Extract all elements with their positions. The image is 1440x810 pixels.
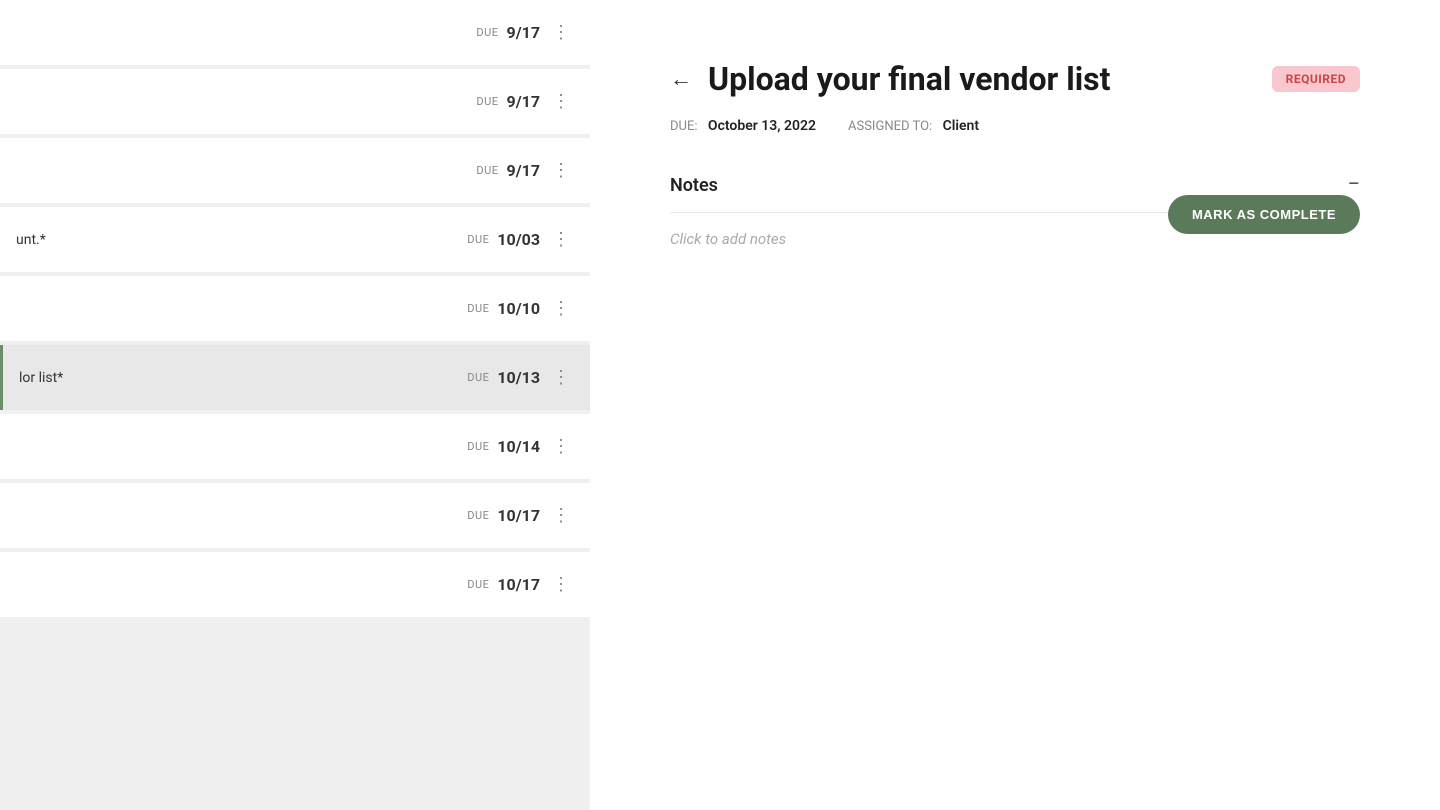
due-date: 10/17	[497, 575, 540, 594]
more-options-icon[interactable]: ⋮	[548, 87, 574, 116]
task-item[interactable]: lor list* DUE 10/13 ⋮	[0, 345, 590, 410]
task-item[interactable]: DUE 9/17 ⋮	[0, 0, 590, 65]
more-options-icon[interactable]: ⋮	[548, 501, 574, 530]
due-label: DUE	[476, 164, 498, 177]
task-due: DUE 10/13	[467, 368, 540, 387]
due-date: 9/17	[507, 161, 540, 180]
mark-as-complete-button[interactable]: MARK AS COMPLETE	[1168, 195, 1360, 234]
more-options-icon[interactable]: ⋮	[548, 225, 574, 254]
task-due: DUE 9/17	[476, 23, 540, 42]
assigned-value: Client	[943, 118, 979, 134]
more-options-icon[interactable]: ⋮	[548, 156, 574, 185]
task-item[interactable]: DUE 10/10 ⋮	[0, 276, 590, 341]
due-date: 10/03	[497, 230, 540, 249]
due-value: October 13, 2022	[708, 118, 816, 134]
due-date: 10/17	[497, 506, 540, 525]
notes-collapse-button[interactable]: −	[1347, 174, 1360, 196]
task-item[interactable]: DUE 9/17 ⋮	[0, 138, 590, 203]
more-options-icon[interactable]: ⋮	[548, 570, 574, 599]
task-due: DUE 10/14	[467, 437, 540, 456]
due-date: 9/17	[507, 92, 540, 111]
required-badge: REQUIRED	[1272, 66, 1360, 92]
task-item[interactable]: DUE 10/14 ⋮	[0, 414, 590, 479]
due-label: DUE	[467, 440, 489, 453]
task-label: lor list*	[19, 370, 63, 386]
task-label: unt.*	[16, 232, 46, 248]
back-arrow[interactable]: ←	[670, 66, 692, 92]
due-date: 10/10	[497, 299, 540, 318]
due-label: DUE	[467, 509, 489, 522]
due-date: 9/17	[507, 23, 540, 42]
due-label: DUE	[476, 95, 498, 108]
assigned-label: ASSIGNED TO:	[848, 119, 932, 134]
detail-meta: DUE: October 13, 2022 ASSIGNED TO: Clien…	[670, 118, 1360, 134]
due-label: DUE	[476, 26, 498, 39]
notes-header: Notes −	[670, 174, 1360, 196]
task-item[interactable]: DUE 10/17 ⋮	[0, 552, 590, 617]
due-date: 10/14	[497, 437, 540, 456]
task-due: DUE 9/17	[476, 92, 540, 111]
task-item[interactable]: unt.* DUE 10/03 ⋮	[0, 207, 590, 272]
task-due: DUE 10/17	[467, 575, 540, 594]
task-due: DUE 9/17	[476, 161, 540, 180]
task-due: DUE 10/17	[467, 506, 540, 525]
task-due: DUE 10/03	[467, 230, 540, 249]
due-label: DUE	[467, 578, 489, 591]
due-label: DUE	[467, 233, 489, 246]
detail-header: ← Upload your final vendor list REQUIRED	[670, 60, 1360, 98]
more-options-icon[interactable]: ⋮	[548, 432, 574, 461]
due-label: DUE	[467, 371, 489, 384]
notes-title: Notes	[670, 175, 718, 196]
due-label: DUE	[467, 302, 489, 315]
task-item[interactable]: DUE 10/17 ⋮	[0, 483, 590, 548]
task-due: DUE 10/10	[467, 299, 540, 318]
notes-placeholder[interactable]: Click to add notes	[670, 230, 786, 248]
more-options-icon[interactable]: ⋮	[548, 363, 574, 392]
left-panel: DUE9/17⋮DUE9/17⋮DUE9/17⋮unt.*DUE10/03⋮DU…	[0, 0, 590, 810]
more-options-icon[interactable]: ⋮	[548, 18, 574, 47]
page-title: Upload your final vendor list	[708, 60, 1256, 98]
right-panel: ← Upload your final vendor list REQUIRED…	[590, 0, 1440, 810]
task-list: DUE9/17⋮DUE9/17⋮DUE9/17⋮unt.*DUE10/03⋮DU…	[0, 0, 590, 621]
due-date: 10/13	[497, 368, 540, 387]
more-options-icon[interactable]: ⋮	[548, 294, 574, 323]
task-item[interactable]: DUE 9/17 ⋮	[0, 69, 590, 134]
due-label: DUE:	[670, 119, 698, 134]
